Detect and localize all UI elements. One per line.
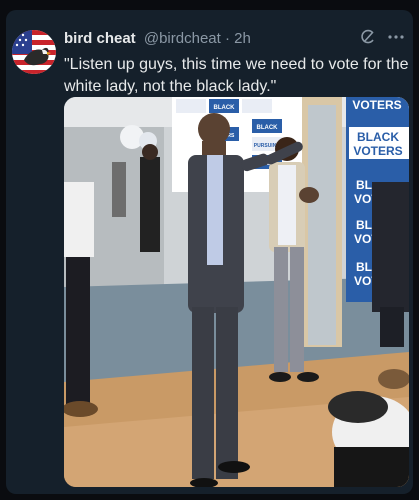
sign-partial-bl-1: BL: [356, 178, 372, 192]
bg-sign-black-2: BLACK: [257, 125, 279, 131]
avatar[interactable]: [12, 30, 56, 74]
post-text: "Listen up guys, this time we need to vo…: [64, 56, 409, 95]
sign-voters: VOTERS: [353, 144, 402, 158]
separator-dot: ·: [224, 30, 230, 47]
flag-eagle-icon: [12, 30, 56, 74]
sign-partial-bl-2: BL: [356, 218, 372, 232]
sign-voters-top: VOTERS: [352, 98, 401, 112]
post-time[interactable]: 2h: [234, 30, 251, 47]
more-icon[interactable]: [387, 28, 405, 46]
display-name[interactable]: bird cheat: [64, 30, 136, 47]
post-actions: [359, 28, 405, 46]
post-header: bird cheat @birdcheat · 2h: [64, 30, 405, 50]
photo-scene: BLACK BLACK VOTERS PURSUING VOTERS VOTER…: [64, 97, 409, 487]
user-handle[interactable]: @birdcheat: [144, 30, 221, 47]
sign-black: BLACK: [357, 130, 399, 144]
bg-sign-black-1: BLACK: [214, 105, 236, 111]
grok-icon[interactable]: [359, 28, 377, 46]
post-card[interactable]: bird cheat @birdcheat · 2h "Listen up gu…: [6, 10, 413, 494]
post-image[interactable]: BLACK BLACK VOTERS PURSUING VOTERS VOTER…: [64, 97, 409, 487]
